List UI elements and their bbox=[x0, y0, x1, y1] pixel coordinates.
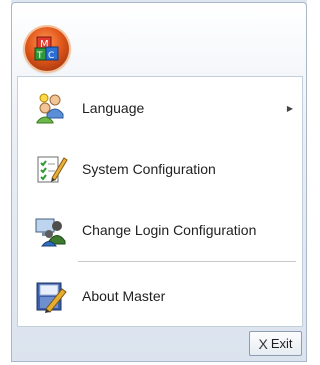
application-menu-panel: Language ▶ System Configuration Change L… bbox=[17, 76, 303, 327]
close-x-icon: X bbox=[258, 335, 268, 352]
exit-button[interactable]: X Exit bbox=[249, 331, 302, 356]
menu-item-about-master-label: About Master bbox=[82, 288, 166, 304]
orb-letter-t: T bbox=[36, 51, 43, 61]
menu-item-system-configuration[interactable]: System Configuration bbox=[18, 144, 302, 194]
menu-item-system-configuration-label: System Configuration bbox=[82, 161, 216, 177]
orb-logo-icon: M T C bbox=[34, 36, 59, 61]
checklist-pencil-icon bbox=[37, 156, 68, 183]
menu-separator bbox=[78, 261, 296, 263]
menu-item-change-login-configuration[interactable]: Change Login Configuration bbox=[18, 205, 302, 255]
submenu-arrow-icon: ▶ bbox=[286, 103, 293, 113]
menu-item-about-master[interactable]: About Master bbox=[18, 271, 302, 321]
application-orb-button[interactable]: M T C bbox=[25, 27, 69, 71]
users-language-icon bbox=[36, 93, 64, 124]
orb-letter-c: C bbox=[48, 51, 54, 61]
menu-footer: X Exit bbox=[17, 327, 303, 360]
book-pencil-icon bbox=[36, 282, 67, 313]
exit-button-label: Exit bbox=[270, 336, 293, 351]
menu-item-language-label: Language bbox=[82, 100, 145, 116]
users-computer-icon bbox=[35, 218, 66, 247]
menu-item-language[interactable]: Language ▶ bbox=[18, 83, 302, 133]
menu-item-change-login-configuration-label: Change Login Configuration bbox=[82, 222, 257, 238]
